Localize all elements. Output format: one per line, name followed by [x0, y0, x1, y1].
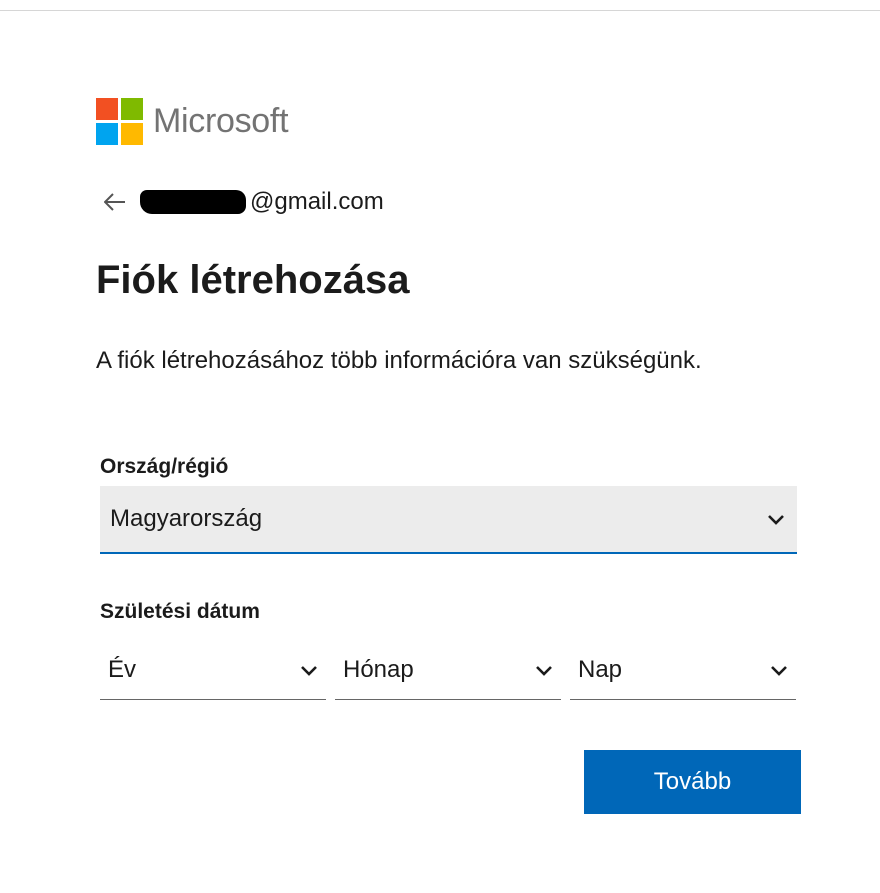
microsoft-logo-icon — [96, 98, 143, 145]
logo-square-yellow — [121, 123, 143, 145]
top-border — [0, 0, 880, 11]
country-label: Ország/régió — [100, 455, 229, 478]
page-title: Fiók létrehozása — [96, 258, 410, 302]
logo-square-green — [121, 98, 143, 120]
day-select[interactable]: Nap — [570, 640, 796, 700]
page-description: A fiók létrehozásához több információra … — [96, 347, 702, 374]
year-select[interactable]: Év — [100, 640, 326, 700]
chevron-down-icon — [536, 665, 552, 676]
logo-text: Microsoft — [153, 102, 289, 140]
identity-banner: @gmail.com — [103, 188, 384, 216]
redacted-username — [140, 190, 246, 214]
month-select[interactable]: Hónap — [335, 640, 561, 700]
logo-square-red — [96, 98, 118, 120]
chevron-down-icon — [771, 665, 787, 676]
arrow-left-icon-svg — [103, 193, 125, 211]
email-suffix: @gmail.com — [250, 188, 384, 215]
next-button[interactable]: Tovább — [584, 750, 801, 814]
day-select-value: Nap — [578, 655, 623, 683]
chevron-down-icon — [301, 665, 317, 676]
chevron-down-icon — [768, 515, 784, 525]
year-select-value: Év — [108, 655, 137, 683]
birthdate-label: Születési dátum — [100, 600, 260, 623]
logo-square-blue — [96, 123, 118, 145]
country-select[interactable]: Magyarország — [100, 486, 797, 554]
birthdate-fields: Év Hónap Nap — [100, 640, 796, 700]
month-select-value: Hónap — [343, 655, 414, 683]
arrow-left-icon[interactable] — [103, 189, 134, 215]
microsoft-logo: Microsoft — [96, 98, 289, 145]
country-select-value: Magyarország — [110, 505, 263, 532]
